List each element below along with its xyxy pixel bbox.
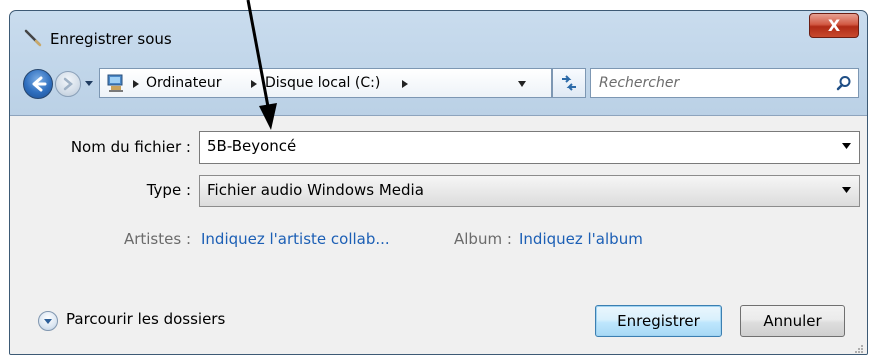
album-label: Album : (454, 230, 512, 248)
back-arrow-icon (32, 76, 47, 92)
forward-arrow-icon (63, 77, 73, 91)
navigation-bar: Ordinateur Disque local (C:) Rechercher (10, 61, 867, 105)
search-input[interactable]: Rechercher (590, 68, 859, 98)
type-value: Fichier audio Windows Media (207, 181, 424, 199)
address-bar[interactable]: Ordinateur Disque local (C:) (99, 68, 552, 98)
breadcrumb-separator-icon[interactable] (132, 79, 140, 89)
artists-link[interactable]: Indiquez l'artiste collab... (201, 230, 390, 248)
pen-icon (24, 29, 42, 47)
album-link[interactable]: Indiquez l'album (519, 230, 643, 248)
search-icon[interactable] (836, 75, 852, 91)
browse-folders-toggle[interactable]: Parcourir les dossiers (38, 310, 228, 334)
type-select[interactable]: Fichier audio Windows Media (199, 175, 860, 207)
filename-value: 5B-Beyoncé (207, 137, 297, 155)
filename-label: Nom du fichier : (70, 138, 191, 156)
type-label: Type : (146, 181, 191, 199)
breadcrumb-ordinateur[interactable]: Ordinateur (146, 75, 222, 91)
close-icon: X (827, 16, 841, 35)
chevron-down-icon[interactable] (842, 143, 851, 149)
chevron-down-icon[interactable] (842, 187, 851, 193)
back-button[interactable] (23, 69, 53, 99)
forward-button[interactable] (55, 71, 81, 97)
expand-chevron-icon[interactable] (38, 311, 58, 331)
filename-field[interactable]: 5B-Beyoncé (199, 131, 860, 164)
recent-pages-dropdown-icon[interactable] (83, 77, 95, 89)
computer-icon (107, 74, 123, 92)
browse-folders-label: Parcourir les dossiers (66, 310, 226, 328)
form-panel: Nom du fichier : 5B-Beyoncé Type : Fichi… (10, 115, 867, 354)
cancel-button[interactable]: Annuler (740, 305, 845, 337)
breadcrumb-separator-icon[interactable] (250, 79, 258, 89)
window-title: Enregistrer sous (50, 30, 172, 48)
resize-grip-icon[interactable] (854, 344, 864, 354)
refresh-button[interactable] (552, 68, 586, 98)
address-dropdown-icon[interactable] (517, 80, 527, 88)
close-button[interactable]: X (809, 13, 859, 38)
save-as-dialog: Enregistrer sous X Ordinateur Disque loc… (9, 10, 868, 355)
breadcrumb-local-disk[interactable]: Disque local (C:) (265, 75, 380, 91)
breadcrumb-separator-icon[interactable] (401, 79, 409, 89)
save-button[interactable]: Enregistrer (595, 305, 722, 337)
title-bar[interactable]: Enregistrer sous X (10, 11, 867, 59)
refresh-icon (562, 75, 576, 91)
search-placeholder: Rechercher (599, 75, 680, 91)
artists-label: Artistes : (123, 230, 191, 248)
